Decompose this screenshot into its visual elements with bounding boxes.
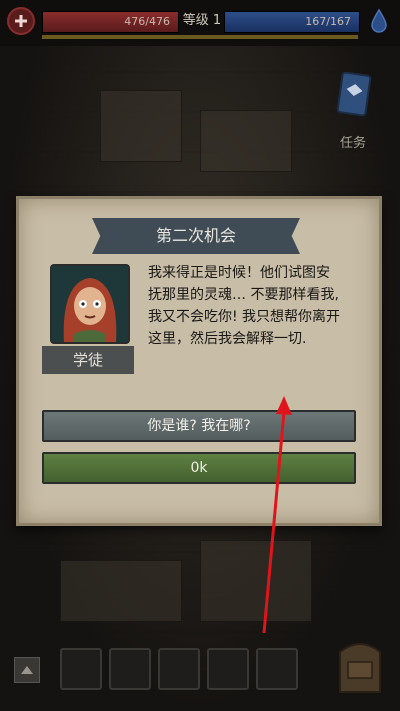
dialog-line: 我又不会吃你! 我只想帮你离开 [148, 309, 341, 325]
mana-drop-icon [371, 8, 387, 33]
dungeon-floor [60, 560, 182, 622]
inventory-slot[interactable] [158, 648, 200, 690]
expand-button[interactable] [14, 657, 40, 683]
dungeon-wall [200, 110, 292, 172]
health-icon [7, 7, 35, 35]
dialog-line: 抚那里的灵魂… 不要那样看我, [148, 287, 339, 303]
dungeon-floor [200, 540, 312, 622]
who-are-you-label: 你是谁? 我在哪? [147, 418, 251, 434]
health-value: 476/476 [124, 15, 170, 28]
mana-bar: 167/167 [224, 11, 360, 33]
triangle-up-icon [21, 666, 33, 674]
inventory-slot[interactable] [207, 648, 249, 690]
speaker-name-plate: 学徒 [42, 346, 134, 374]
dialog-title-ribbon: 第二次机会 [92, 218, 300, 254]
experience-bar [42, 35, 358, 39]
apprentice-portrait-image [52, 266, 128, 342]
mana-value: 167/167 [305, 15, 351, 28]
level-label: 等级 1 [182, 13, 222, 28]
npc-portrait [50, 264, 130, 344]
dialog-line: 这里，然后我会解释一切. [148, 331, 307, 347]
inventory-slot[interactable] [60, 648, 102, 690]
dialog-title: 第二次机会 [155, 226, 236, 245]
inventory-slot[interactable] [256, 648, 298, 690]
who-are-you-button[interactable]: 你是谁? 我在哪? [42, 410, 356, 442]
dungeon-wall [100, 90, 182, 162]
quest-label[interactable]: 任务 [340, 132, 366, 151]
dialog-line: 我来得正是时候！他们试图安 [148, 265, 330, 281]
ok-label: 0k [190, 460, 208, 476]
speaker-name: 学徒 [72, 351, 103, 369]
dialog-text: 我来得正是时候！他们试图安 抚那里的灵魂… 不要那样看我, 我又不会吃你! 我只… [148, 262, 364, 350]
ok-button[interactable]: 0k [42, 452, 356, 484]
health-bar: 476/476 [42, 11, 179, 33]
top-hud: 476/476 等级 1 167/167 [0, 0, 400, 46]
backpack-icon[interactable] [330, 632, 390, 698]
quest-book-icon[interactable] [336, 72, 372, 118]
inventory-slot[interactable] [109, 648, 151, 690]
